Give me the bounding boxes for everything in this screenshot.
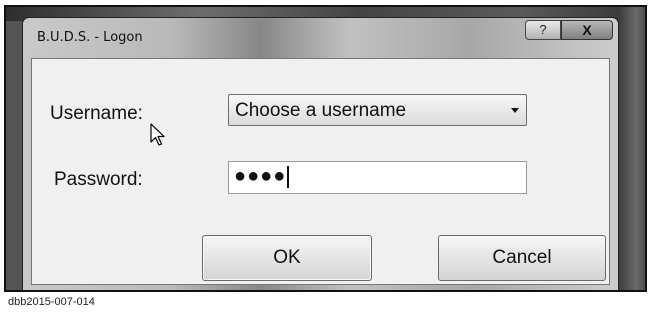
dialog-body: Username: Choose a username Password: ●●… <box>31 58 610 285</box>
mouse-pointer-icon <box>150 123 165 146</box>
username-dropdown[interactable]: Choose a username <box>228 94 527 126</box>
title-bar[interactable]: B.U.D.S. - Logon ? X <box>23 18 618 58</box>
window-title: B.U.D.S. - Logon <box>37 30 143 45</box>
dropdown-arrow-icon <box>511 108 519 113</box>
username-label: Username: <box>50 103 143 124</box>
password-field[interactable]: ●●●● <box>228 161 527 194</box>
logon-dialog: B.U.D.S. - Logon ? X Username: Choose a … <box>22 17 619 290</box>
figure-caption: dbb2015-007-014 <box>8 296 95 308</box>
password-label: Password: <box>54 169 143 190</box>
username-dropdown-value: Choose a username <box>235 100 407 121</box>
screenshot-frame: B.U.D.S. - Logon ? X Username: Choose a … <box>4 5 647 292</box>
background-window-edge <box>618 7 645 290</box>
close-button[interactable]: X <box>561 20 613 40</box>
cancel-button[interactable]: Cancel <box>438 235 606 281</box>
ok-button[interactable]: OK <box>202 235 372 281</box>
help-button[interactable]: ? <box>525 20 561 40</box>
text-caret <box>287 165 290 188</box>
password-masked-value: ●●●● <box>234 165 290 188</box>
